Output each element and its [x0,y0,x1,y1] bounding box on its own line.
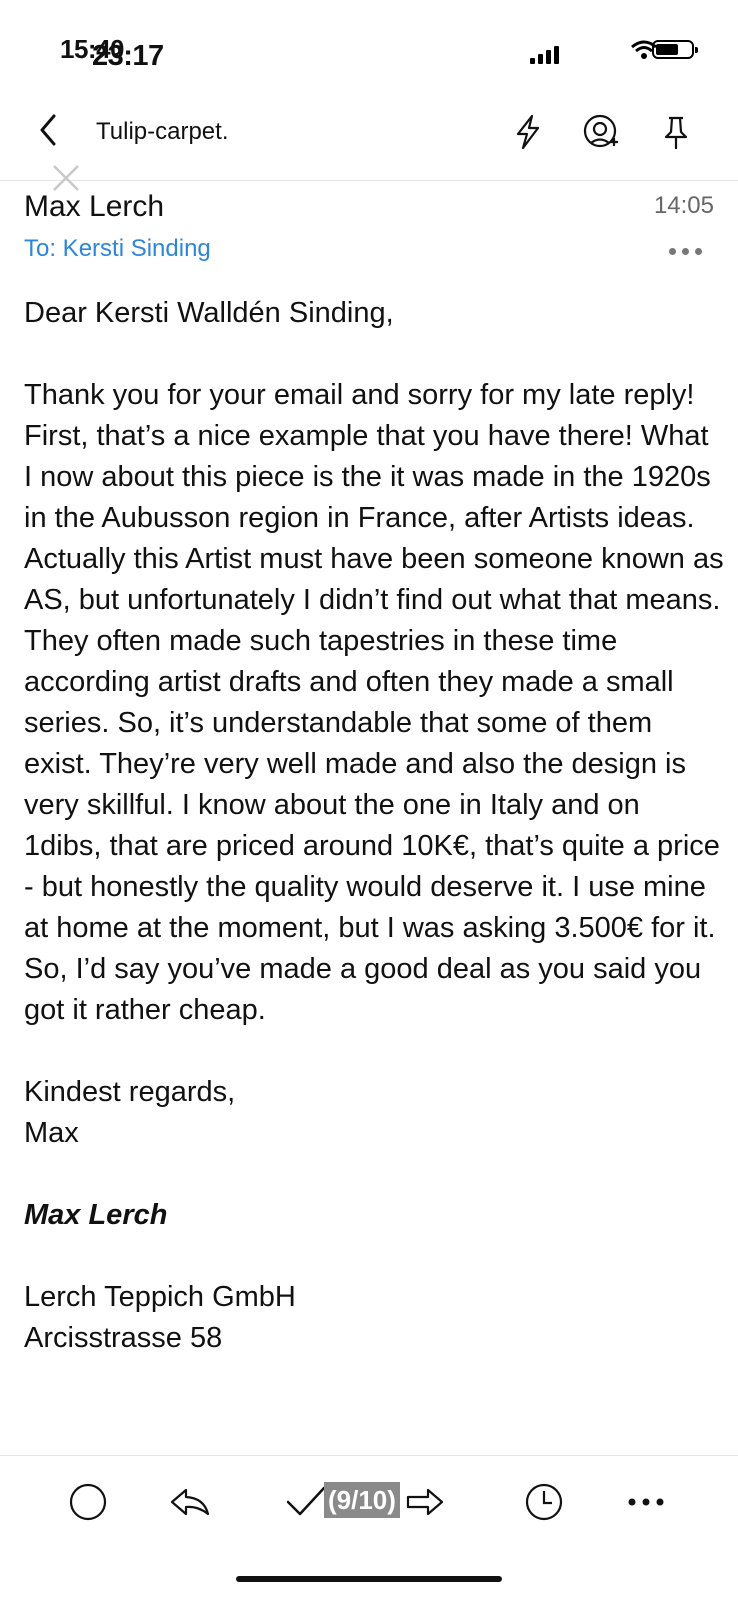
status-time: 23:17 [92,40,164,72]
more-icon[interactable] [624,1480,668,1524]
clock-icon[interactable] [522,1480,566,1524]
thread-title: Tulip-carpet. [96,118,229,145]
closing-name: Max [24,1117,79,1149]
signature-address: Arcisstrasse 58 [24,1322,223,1354]
body-paragraph: Thank you for your email and sorry for m… [24,379,724,1026]
signature-company: Lerch Teppich GmbH [24,1281,296,1313]
home-indicator[interactable] [236,1576,502,1582]
lightning-icon[interactable] [508,112,548,152]
mention-add-icon[interactable] [580,112,620,152]
status-bar: 15:40 23:17 [0,0,738,100]
sender-name[interactable]: Max Lerch [24,190,164,224]
closing: Kindest regards, [24,1076,236,1108]
signal-icon [530,46,559,64]
circle-icon[interactable] [66,1480,110,1524]
signature-name: Max Lerch [24,1199,168,1231]
back-icon[interactable] [34,110,64,150]
forward-icon[interactable] [404,1480,448,1524]
checkmark-icon[interactable] [284,1480,328,1524]
message-more-icon[interactable] [669,248,702,255]
battery-icon [652,40,698,59]
pin-icon[interactable] [656,112,696,152]
greeting: Dear Kersti Walldén Sinding, [24,297,394,329]
message-time: 14:05 [653,192,714,219]
recipient-line[interactable]: To: Kersti Sinding [24,235,211,263]
message-body: Dear Kersti Walldén Sinding, Thank you f… [24,293,724,1359]
reply-icon[interactable] [168,1480,212,1524]
page-counter: (9/10) [324,1482,400,1518]
